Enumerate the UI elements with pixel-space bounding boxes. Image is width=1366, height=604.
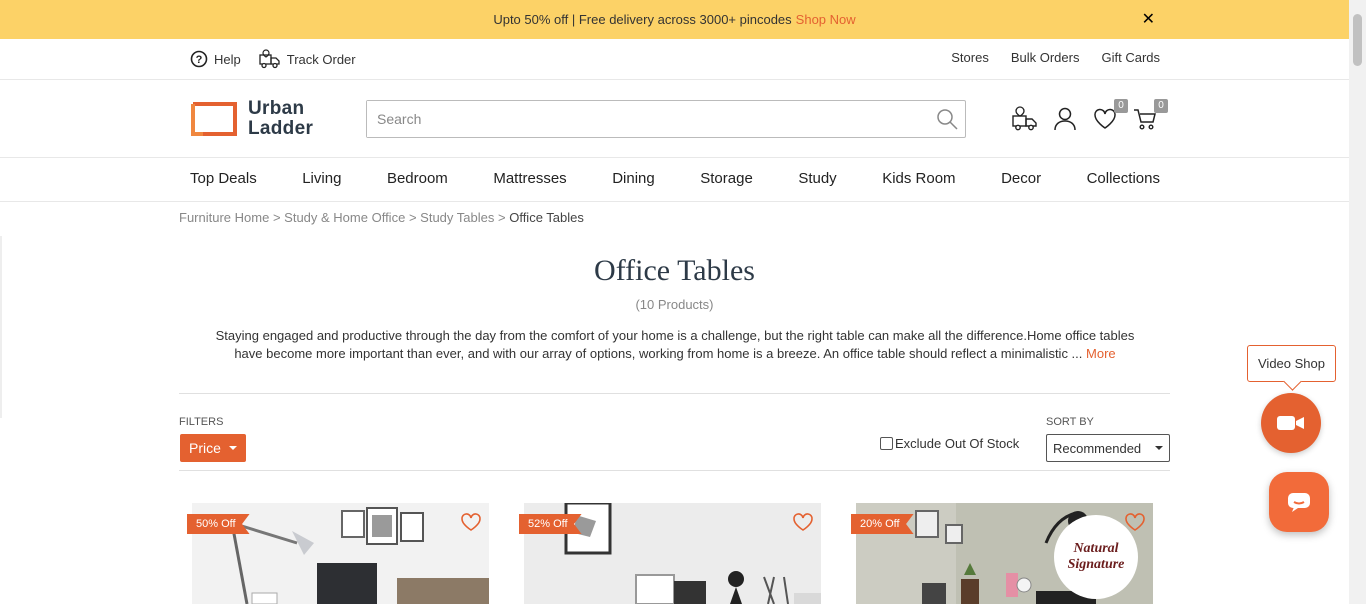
nav-item-mattresses[interactable]: Mattresses [493,170,566,187]
help-label: Help [214,51,241,67]
account-button[interactable] [1052,106,1078,132]
chevron-down-icon [228,446,237,450]
badge-text-line1: Natural [1073,541,1119,556]
heart-icon[interactable] [1124,512,1146,532]
main-header: Urban Ladder 0 0 [0,80,1349,158]
truck-icon [259,49,280,69]
discount-tag: 50% Off [187,514,250,534]
help-link[interactable]: ? Help [190,50,241,68]
gift-cards-link[interactable]: Gift Cards [1101,50,1160,65]
stores-link[interactable]: Stores [951,50,989,65]
scrollbar-thumb[interactable] [1353,14,1362,66]
read-more-link[interactable]: More [1086,346,1116,361]
page-title: Office Tables [594,254,755,287]
bulk-orders-link[interactable]: Bulk Orders [1011,50,1080,65]
badge-text-line2: Signature [1067,557,1125,572]
store-locator-button[interactable] [1012,106,1038,132]
wishlist-count-badge: 0 [1114,99,1128,113]
description-line-1: Staying engaged and productive through t… [215,328,1135,343]
chat-bubble-icon [1288,493,1310,512]
breadcrumb-study-tables[interactable]: Study Tables [420,210,494,225]
nav-item-decor[interactable]: Decor [1001,170,1041,187]
nav-item-bedroom[interactable]: Bedroom [387,170,448,187]
exclude-out-of-stock-label: Exclude Out Of Stock [895,436,1020,451]
cart-count-badge: 0 [1154,99,1168,113]
utility-bar: ? Help Track Order Stores Bulk Orders Gi… [0,39,1349,80]
breadcrumb-separator: > [497,210,506,225]
help-circle-icon: ? [190,50,208,68]
nav-item-living[interactable]: Living [302,170,341,187]
logo[interactable]: Urban Ladder [190,99,313,139]
announcement-text: Upto 50% off | Free delivery across 3000… [493,12,792,27]
nav-item-dining[interactable]: Dining [612,170,655,187]
heart-icon[interactable] [792,512,814,532]
logo-text-line2: Ladder [248,118,314,139]
exclude-out-of-stock[interactable]: Exclude Out Of Stock [880,436,1019,451]
divider [179,470,1170,471]
nav-item-storage[interactable]: Storage [700,170,753,187]
product-card[interactable]: 52% Off [519,503,821,604]
heart-icon[interactable] [460,512,482,532]
chat-button[interactable] [1269,472,1329,532]
product-card[interactable]: 50% Off [187,503,489,604]
nav-item-kids-room[interactable]: Kids Room [882,170,955,187]
discount-tag: 20% Off [851,514,914,534]
search-box[interactable] [366,100,966,138]
sort-select[interactable]: Recommended [1046,434,1170,462]
track-order-label: Track Order [286,51,356,67]
video-shop-tooltip[interactable]: Video Shop [1247,345,1336,382]
track-order-link[interactable]: Track Order [259,49,356,69]
shop-now-link[interactable]: Shop Now [796,12,856,27]
chevron-down-icon [1155,446,1163,450]
video-shop-button[interactable] [1261,393,1321,453]
discount-tag: 52% Off [519,514,582,534]
logo-text-line1: Urban [248,98,305,119]
user-icon [1054,107,1076,131]
breadcrumb-furniture-home[interactable]: Furniture Home [179,210,269,225]
nav-item-collections[interactable]: Collections [1087,170,1160,187]
description-line-2: have become more important than ever, an… [234,346,1083,361]
breadcrumb-current: Office Tables [509,210,584,225]
video-camera-icon [1277,416,1304,430]
price-filter-label: Price [189,440,221,456]
category-nav: Top Deals Living Bedroom Mattresses Dini… [0,158,1349,202]
close-icon[interactable]: ✕ [1142,9,1155,29]
filters-label: FILTERS [179,416,224,428]
product-count: (10 Products) [635,297,714,312]
search-input[interactable] [367,101,927,137]
breadcrumb-separator: > [408,210,417,225]
wishlist-button[interactable]: 0 [1092,99,1128,132]
breadcrumb-separator: > [272,210,281,225]
svg-text:?: ? [196,54,203,66]
divider [179,393,1170,394]
truck-location-icon [1012,106,1037,131]
breadcrumb-study-home-office[interactable]: Study & Home Office [284,210,405,225]
breadcrumb: Furniture Home > Study & Home Office > S… [179,210,584,225]
nav-item-study[interactable]: Study [798,170,836,187]
announcement-bar: Upto 50% off | Free delivery across 3000… [0,0,1349,39]
scrollbar[interactable] [1349,0,1366,604]
logo-mark-icon [191,102,237,136]
cart-button[interactable]: 0 [1132,99,1168,132]
sort-by-label: SORT BY [1046,416,1094,428]
price-filter-button[interactable]: Price [180,434,246,462]
category-description: Staying engaged and productive through t… [190,327,1160,363]
nav-item-top-deals[interactable]: Top Deals [190,170,257,187]
exclude-out-of-stock-checkbox[interactable] [880,437,893,450]
sort-selected-value: Recommended [1053,440,1142,456]
search-icon[interactable] [935,107,959,131]
product-card[interactable]: Natural Signature 20% Off [851,503,1153,604]
